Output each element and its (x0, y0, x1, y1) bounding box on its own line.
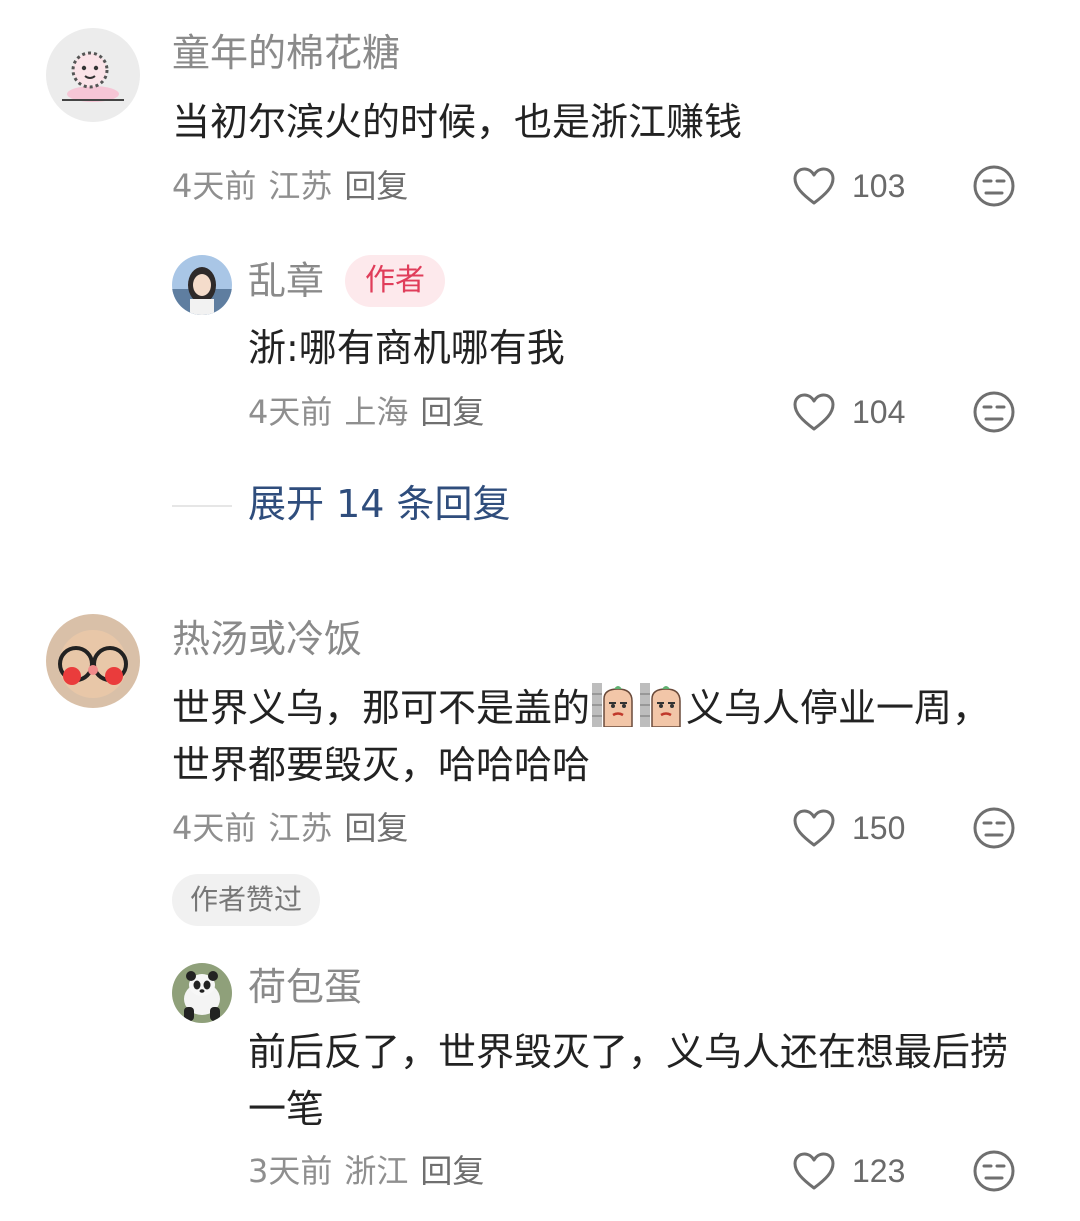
comment-text: 浙:哪有商机哪有我 (248, 326, 565, 370)
avatar[interactable] (172, 255, 232, 315)
avatar[interactable] (172, 963, 232, 1023)
comment-meta: 4天前 江苏 回复 (172, 812, 408, 844)
comment-text-part: 世界义乌，那可不是盖的 (172, 686, 591, 730)
author-liked-tag: 作者赞过 (172, 874, 321, 926)
like-count: 150 (852, 810, 906, 846)
sticker-emoji (592, 683, 633, 727)
avatar[interactable] (46, 614, 140, 708)
comment-location: 浙江 (344, 1152, 409, 1190)
comment-time: 4天前 (172, 167, 257, 205)
like-count: 104 (852, 394, 906, 430)
reply-button[interactable]: 回复 (420, 393, 484, 431)
heart-outline-icon (793, 167, 835, 205)
comment-location: 江苏 (268, 167, 333, 205)
comment-meta: 4天前 江苏 回复 (172, 170, 408, 202)
dislike-face-icon[interactable] (972, 1149, 1016, 1193)
username[interactable]: 乱章 (248, 262, 324, 300)
sticker-emoji (640, 683, 681, 727)
comment-time: 4天前 (172, 809, 257, 847)
like-button[interactable]: 150 (792, 806, 905, 850)
like-button[interactable]: 103 (792, 164, 905, 208)
like-button[interactable]: 104 (792, 390, 905, 434)
reply-button[interactable]: 回复 (420, 1152, 484, 1190)
comment-meta: 3天前 浙江 回复 (248, 1155, 484, 1187)
comment-text: 前后反了，世界毁灭了，义乌人还在想最后捞一笔 (248, 1030, 1009, 1131)
dislike-face-icon[interactable] (972, 164, 1016, 208)
dislike-face-icon[interactable] (972, 806, 1016, 850)
dislike-face-icon[interactable] (972, 390, 1016, 434)
comment-text: 世界义乌，那可不是盖的 义乌人停业一周，世界都要毁灭，哈哈哈哈 (172, 680, 992, 794)
heart-outline-icon (793, 1152, 835, 1190)
comment-text: 当初尔滨火的时候，也是浙江赚钱 (172, 100, 743, 144)
like-count: 103 (852, 168, 906, 204)
author-badge: 作者 (345, 255, 445, 307)
comment-location: 江苏 (268, 809, 333, 847)
username[interactable]: 热汤或冷饭 (172, 620, 362, 658)
expand-divider (172, 505, 232, 507)
username[interactable]: 童年的棉花糖 (172, 34, 400, 72)
reply-button[interactable]: 回复 (344, 167, 408, 205)
comment-time: 4天前 (248, 393, 333, 431)
avatar[interactable] (46, 28, 140, 122)
comments-page: 童年的棉花糖 当初尔滨火的时候，也是浙江赚钱 4天前 江苏 回复 103 乱章 作者… (0, 0, 1080, 1221)
reply-button[interactable]: 回复 (344, 809, 408, 847)
comment-time: 3天前 (248, 1152, 333, 1190)
heart-outline-icon (793, 809, 835, 847)
username[interactable]: 荷包蛋 (248, 968, 362, 1006)
expand-replies-button[interactable]: 展开 14 条回复 (248, 485, 511, 523)
comment-location: 上海 (344, 393, 409, 431)
heart-outline-icon (793, 393, 835, 431)
like-count: 123 (852, 1153, 906, 1189)
comment-meta: 4天前 上海 回复 (248, 396, 484, 428)
like-button[interactable]: 123 (792, 1149, 905, 1193)
